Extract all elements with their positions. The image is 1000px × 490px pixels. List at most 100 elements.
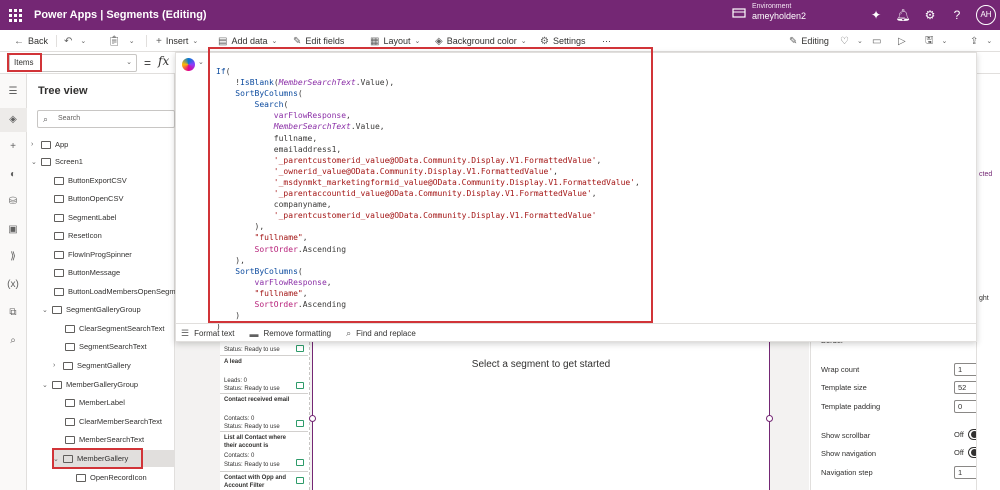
edit-fields-label: Edit fields <box>305 36 345 46</box>
open-icon[interactable] <box>296 345 304 352</box>
app-checker-button[interactable]: ♡ ⌄ <box>840 34 863 48</box>
variables-icon[interactable]: (x) <box>6 278 20 292</box>
tree-item-memberlabel[interactable]: MemberLabel <box>65 394 125 411</box>
tree-item-screen1[interactable]: ⌄ Screen1 <box>31 153 83 170</box>
tree-item-label: SegmentSearchText <box>79 342 147 351</box>
copilot-icon[interactable] <box>182 58 195 71</box>
tree-item-clearmembersearchtext[interactable]: ClearMemberSearchText <box>65 413 162 430</box>
avatar[interactable]: AH <box>976 5 996 25</box>
plus-icon[interactable]: + <box>6 140 20 154</box>
highlight-box-property <box>7 53 42 72</box>
format-text-button[interactable]: ☰ Format text <box>181 328 235 339</box>
tree-item-app[interactable]: › App <box>31 136 68 153</box>
advanced-tools-icon[interactable]: ⧉ <box>6 306 20 320</box>
screen-icon <box>41 157 51 166</box>
add-data-button[interactable]: ▤ Add data ⌄ <box>218 34 277 48</box>
stethoscope-icon: ♡ <box>840 35 849 47</box>
gallery-item-status: Status: Ready to use <box>224 347 280 353</box>
tree-item-buttonloadmembers[interactable]: ButtonLoadMembersOpenSegment <box>54 283 186 300</box>
highlight-box-membergallery <box>52 448 143 469</box>
palette-icon[interactable]: ◐ <box>6 168 20 182</box>
tree-item-buttonmessage[interactable]: ButtonMessage <box>54 264 120 281</box>
tree-item-label: ButtonMessage <box>68 268 121 277</box>
gallery-item[interactable]: Status: Ready to use <box>220 342 308 356</box>
app-title: Power Apps | Segments (Editing) <box>34 9 207 21</box>
resize-handle[interactable] <box>309 415 316 422</box>
back-button[interactable]: ← Back <box>14 34 48 48</box>
insert-button[interactable]: + Insert ⌄ <box>156 34 198 48</box>
database-icon[interactable]: ⛁ <box>6 195 20 209</box>
media-icon[interactable]: ▣ <box>6 223 20 237</box>
environment-picker[interactable]: Environment ameyholden2 <box>732 3 806 22</box>
insert-label: Insert <box>165 36 189 46</box>
tree-item-label: MemberGalleryGroup <box>66 380 139 389</box>
comments-button[interactable]: ▭ <box>872 34 885 48</box>
wrap-count-label: Wrap count <box>821 365 860 374</box>
chevron-down-icon: ⌄ <box>986 38 993 45</box>
copilot-icon[interactable]: ✦ <box>868 7 884 23</box>
chevron-down-icon: ⌄ <box>128 38 135 45</box>
toggle-state: Off <box>954 448 964 457</box>
tree-item-reseticon[interactable]: ResetIcon <box>54 227 102 244</box>
app-launcher-button[interactable] <box>0 0 30 30</box>
gallery-item[interactable]: A lead Leads: 0 Status: Ready to use <box>220 356 308 394</box>
paste-button[interactable]: 📋︎ ⌄ <box>108 34 135 48</box>
tree-item-segmentlabel[interactable]: SegmentLabel <box>54 209 116 226</box>
editing-mode-button[interactable]: ✎ Editing <box>789 34 829 48</box>
layout-label: Layout <box>383 36 411 46</box>
bell-icon[interactable]: 🔔︎ <box>895 7 911 23</box>
tree-item-membergallerygroup[interactable]: ⌄ MemberGalleryGroup <box>42 376 138 393</box>
text-input-icon <box>65 342 75 351</box>
tree-item-openrecordicon[interactable]: OpenRecordIcon <box>76 469 147 486</box>
tree-item-label: FlowInProgSpinner <box>68 250 132 259</box>
text-input-icon <box>65 435 75 444</box>
settings-button[interactable]: ⚙ Settings <box>540 34 586 48</box>
tree-item-flowinprogspinner[interactable]: FlowInProgSpinner <box>54 246 132 263</box>
tree-item-segmentgallery[interactable]: › SegmentGallery <box>53 357 131 374</box>
save-button[interactable]: 🖫︎ ⌄ <box>925 34 947 48</box>
database-icon: ▤ <box>218 35 228 47</box>
member-gallery-area[interactable]: Select a segment to get started <box>312 342 770 490</box>
gallery-item-count: Leads: 0 <box>224 378 248 384</box>
gallery-item[interactable]: List all Contact where their account is … <box>220 432 308 472</box>
label-icon <box>54 213 64 222</box>
tree-item-membersearchtext[interactable]: MemberSearchText <box>65 431 144 448</box>
chevron-down-icon[interactable]: ⌄ <box>198 58 204 66</box>
template-padding-row: Template padding 0 <box>821 400 996 414</box>
gear-icon[interactable]: ⚙ <box>922 7 938 23</box>
gallery-item[interactable]: Contact received email Contacts: 0 Statu… <box>220 394 308 432</box>
tree-search-input[interactable]: ⌕ Search <box>37 110 175 128</box>
undo-button[interactable]: ↶ ⌄ <box>64 34 86 48</box>
open-icon[interactable] <box>296 477 304 484</box>
find-replace-label: Find and replace <box>356 329 416 338</box>
remove-formatting-button[interactable]: ▬ Remove formatting <box>250 329 332 339</box>
open-icon[interactable] <box>296 382 304 389</box>
edit-fields-button[interactable]: ✎ Edit fields <box>293 34 344 48</box>
menu-icon[interactable]: ☰ <box>6 85 20 99</box>
help-icon[interactable]: ? <box>949 7 965 23</box>
gallery-item[interactable]: Contact with Opp and Account Filter <box>220 472 308 490</box>
tree-item-buttonexportcsv[interactable]: ButtonExportCSV <box>54 172 127 189</box>
find-replace-button[interactable]: ⌕ Find and replace <box>346 328 416 339</box>
search-icon[interactable]: ⌕ <box>6 334 20 348</box>
open-icon[interactable] <box>296 420 304 427</box>
remove-formatting-label: Remove formatting <box>263 329 332 338</box>
tree-item-label: OpenRecordIcon <box>90 473 147 482</box>
tree-item-segmentsearchtext[interactable]: SegmentSearchText <box>65 338 147 355</box>
tree-item-segmentgallerygroup[interactable]: ⌄ SegmentGalleryGroup <box>42 301 141 318</box>
more-button[interactable]: ··· <box>602 34 611 48</box>
background-color-button[interactable]: ◈ Background color ⌄ <box>435 34 527 48</box>
open-icon[interactable] <box>296 459 304 466</box>
power-automate-icon[interactable]: ⟫ <box>6 250 20 264</box>
button-icon <box>54 176 64 185</box>
layers-icon[interactable]: ◈ <box>6 113 20 127</box>
segment-gallery[interactable]: Status: Ready to use A lead Leads: 0 Sta… <box>220 342 310 490</box>
tree-item-buttonopencsv[interactable]: ButtonOpenCSV <box>54 190 123 207</box>
environment-icon <box>732 7 746 18</box>
publish-button[interactable]: ⇪ ⌄ <box>970 34 992 48</box>
tree-item-clearsegmentsearchtext[interactable]: ClearSegmentSearchText <box>65 320 164 337</box>
play-button[interactable]: ▷ <box>898 34 910 48</box>
navigation-step-row: Navigation step 1 <box>821 466 996 480</box>
resize-handle[interactable] <box>766 415 773 422</box>
layout-button[interactable]: ▦ Layout ⌄ <box>370 34 420 48</box>
